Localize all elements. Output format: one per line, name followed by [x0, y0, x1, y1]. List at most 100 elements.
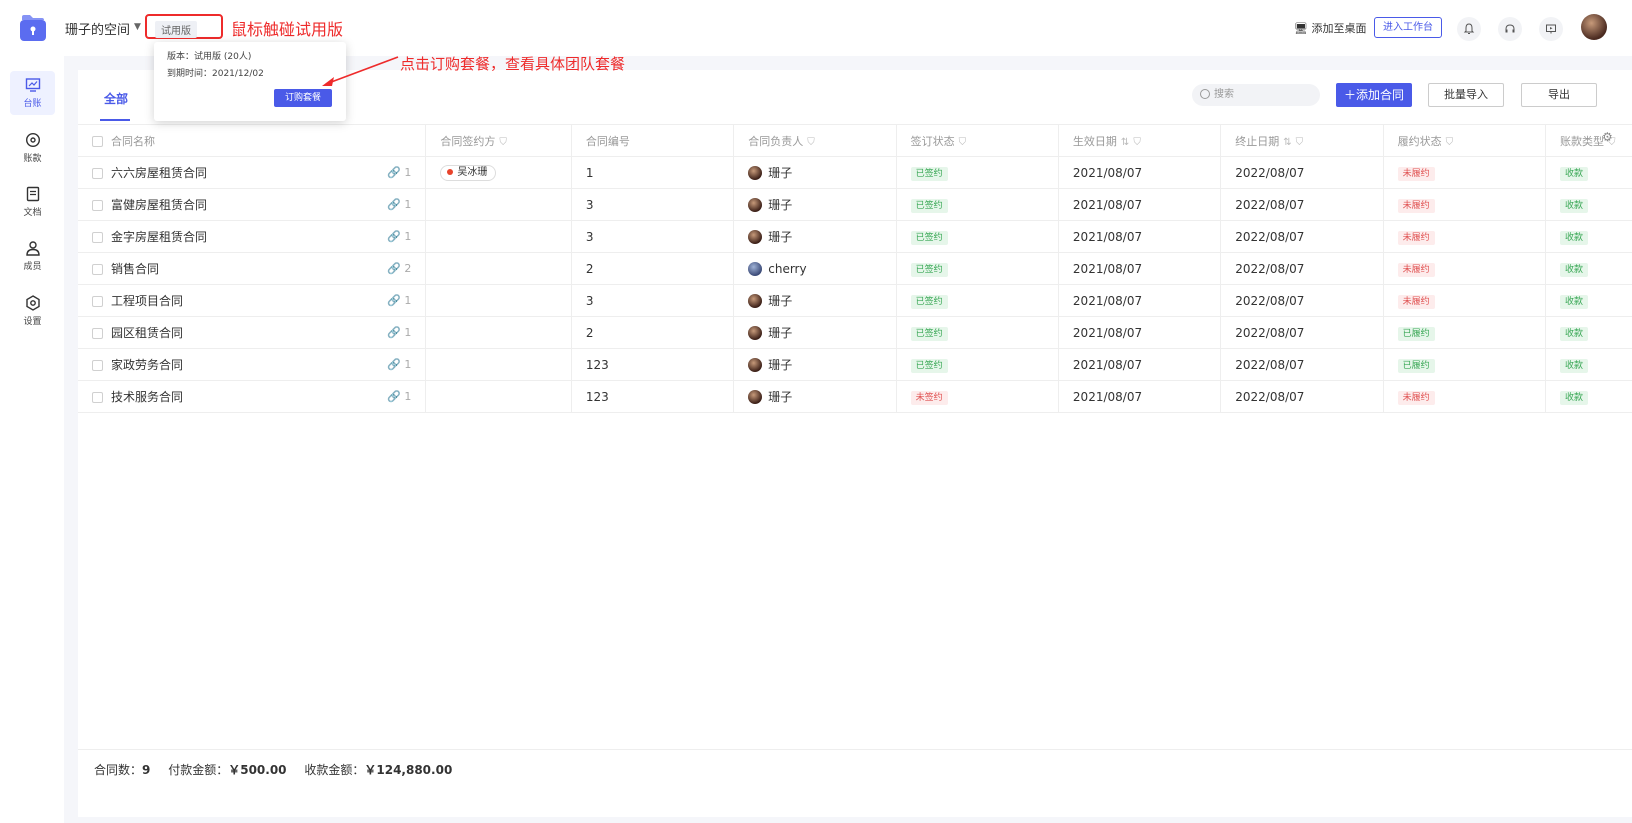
paperclip-icon: 🔗 — [387, 230, 405, 243]
table-row[interactable]: 家政劳务合同 🔗 1 123 珊子 已签约 2021/08/07 2022/08/07 已履约… — [78, 348, 1632, 381]
row-checkbox[interactable] — [92, 360, 103, 371]
table-row[interactable]: 富健房屋租赁合同 🔗 1 3 珊子 已签约 2021/08/07 2022/08/07 未履约… — [78, 188, 1632, 221]
add-contract-button[interactable]: ＋添加合同 — [1336, 83, 1412, 107]
bell-icon[interactable] — [1457, 17, 1481, 41]
sidebar: 台账 账款 文档 成员 设置 — [0, 56, 64, 823]
cell-account-type: 收款 — [1545, 348, 1632, 381]
column-header-account-type[interactable]: 账款类型 ⛉ — [1545, 124, 1632, 157]
user-avatar[interactable] — [1581, 14, 1607, 40]
owner-avatar — [748, 261, 763, 276]
space-dropdown-icon[interactable]: ▼ — [134, 22, 141, 32]
enter-workspace-button[interactable]: 进入工作台 — [1374, 17, 1442, 38]
attachment-count[interactable]: 🔗 1 — [387, 294, 411, 307]
cell-number: 2 — [571, 316, 735, 349]
batch-import-button[interactable]: 批量导入 — [1428, 83, 1504, 107]
cell-contract-name[interactable]: 金字房屋租赁合同 🔗 1 — [78, 220, 427, 253]
trial-badge[interactable]: 试用版 — [155, 21, 197, 38]
filter-icon[interactable]: ⛉ — [1296, 137, 1304, 148]
table-row[interactable]: 园区租赁合同 🔗 1 2 珊子 已签约 2021/08/07 2022/08/07 已履约 收款 — [78, 316, 1632, 349]
row-checkbox[interactable] — [92, 392, 103, 403]
status-badge: 已签约 — [910, 198, 948, 213]
column-header-end-date[interactable]: 终止日期 ⇅ ⛉ — [1220, 124, 1384, 157]
table-row[interactable]: 工程项目合同 🔗 1 3 珊子 已签约 2021/08/07 2022/08/07 未履约 收款 — [78, 284, 1632, 317]
cell-sign-status: 已签约 — [896, 284, 1059, 317]
column-header-party[interactable]: 合同签约方 ⛉ — [425, 124, 572, 157]
sidebar-item-members[interactable]: 成员 — [10, 234, 55, 278]
sidebar-item-settings[interactable]: 设置 — [10, 289, 55, 333]
column-header-number[interactable]: 合同编号 — [571, 124, 735, 157]
column-header-name[interactable]: 合同名称 — [78, 124, 427, 157]
sort-icon[interactable]: ⇅ — [1283, 137, 1291, 148]
type-badge: 收款 — [1559, 358, 1588, 373]
sort-icon[interactable]: ⇅ — [1121, 137, 1129, 148]
sidebar-item-documents[interactable]: 文档 — [10, 180, 55, 224]
cell-owner: 珊子 — [733, 284, 897, 317]
status-badge: 已履约 — [1397, 326, 1435, 341]
filter-icon[interactable]: ⛉ — [959, 137, 967, 148]
filter-icon[interactable]: ⛉ — [1133, 137, 1141, 148]
cell-contract-name[interactable]: 技术服务合同 🔗 1 — [78, 380, 427, 413]
app-logo-icon[interactable] — [18, 14, 48, 44]
cell-perform-status: 未履约 — [1383, 188, 1546, 221]
attachment-count[interactable]: 🔗 1 — [387, 198, 411, 211]
table-row[interactable]: 金字房屋租赁合同 🔗 1 3 珊子 已签约 2021/08/07 2022/08/07 未履约… — [78, 220, 1632, 253]
cell-sign-status: 未签约 — [896, 380, 1059, 413]
attachment-count[interactable]: 🔗 1 — [387, 326, 411, 339]
column-header-owner[interactable]: 合同负责人 ⛉ — [733, 124, 897, 157]
space-name[interactable]: 珊子的空间 — [65, 19, 130, 38]
status-badge: 未履约 — [1397, 166, 1435, 181]
column-header-sign-status[interactable]: 签订状态 ⛉ — [896, 124, 1059, 157]
type-badge: 收款 — [1559, 230, 1588, 245]
filter-icon[interactable]: ⛉ — [807, 137, 815, 148]
row-checkbox[interactable] — [92, 232, 103, 243]
table-row[interactable]: 技术服务合同 🔗 1 123 珊子 未签约 2021/08/07 2022/08/07 未履约… — [78, 380, 1632, 413]
filter-icon[interactable]: ⛉ — [1446, 137, 1454, 148]
search-input[interactable]: 搜索 — [1192, 84, 1320, 106]
annotation-hover-trial: 鼠标触碰试用版 — [231, 20, 344, 39]
table-row[interactable]: 销售合同 🔗 2 2 cherry 已签约 2021/08/07 2022/08/07 未履约… — [78, 252, 1632, 285]
type-badge: 收款 — [1559, 390, 1588, 405]
status-badge: 已签约 — [910, 230, 948, 245]
presentation-icon[interactable] — [1539, 17, 1563, 41]
attachment-count[interactable]: 🔗 2 — [387, 262, 411, 275]
cell-account-type: 收款 — [1545, 156, 1632, 189]
tab-all[interactable]: 全部 — [104, 90, 128, 107]
cell-owner: 珊子 — [733, 156, 897, 189]
cell-contract-name[interactable]: 六六房屋租赁合同 🔗 1 — [78, 156, 427, 189]
cell-number: 123 — [571, 348, 735, 381]
cell-contract-name[interactable]: 富健房屋租赁合同 🔗 1 — [78, 188, 427, 221]
add-to-desktop-button[interactable]: 🖥 添加至桌面 — [1294, 20, 1366, 36]
row-checkbox[interactable] — [92, 328, 103, 339]
sidebar-item-accounts[interactable]: 账款 — [10, 126, 55, 170]
row-checkbox[interactable] — [92, 264, 103, 275]
table-row[interactable]: 六六房屋租赁合同 🔗 1 吴冰珊 1 珊子 已签约 2021/08/07 2022/08/07… — [78, 156, 1632, 189]
filter-icon[interactable]: ⛉ — [499, 137, 507, 148]
cell-end-date: 2022/08/07 — [1220, 188, 1384, 221]
headset-icon[interactable] — [1498, 17, 1522, 41]
attachment-count[interactable]: 🔗 1 — [387, 358, 411, 371]
attachment-count[interactable]: 🔗 1 — [387, 390, 411, 403]
column-settings-icon[interactable]: ⚙ — [1602, 130, 1613, 144]
payment-amount: ￥500.00 — [228, 763, 287, 777]
cell-sign-status: 已签约 — [896, 188, 1059, 221]
sidebar-item-ledger[interactable]: 台账 — [10, 71, 55, 115]
cell-start-date: 2021/08/07 — [1058, 284, 1222, 317]
export-button[interactable]: 导出 — [1521, 83, 1597, 107]
select-all-checkbox[interactable] — [92, 135, 103, 147]
cell-contract-name[interactable]: 家政劳务合同 🔗 1 — [78, 348, 427, 381]
row-checkbox[interactable] — [92, 296, 103, 307]
attachment-count[interactable]: 🔗 1 — [387, 166, 411, 179]
row-checkbox[interactable] — [92, 200, 103, 211]
status-badge: 已签约 — [910, 358, 948, 373]
cell-account-type: 收款 — [1545, 220, 1632, 253]
row-checkbox[interactable] — [92, 168, 103, 179]
attachment-count[interactable]: 🔗 1 — [387, 230, 411, 243]
cell-owner: 珊子 — [733, 220, 897, 253]
cell-contract-name[interactable]: 园区租赁合同 🔗 1 — [78, 316, 427, 349]
cell-contract-name[interactable]: 销售合同 🔗 2 — [78, 252, 427, 285]
column-header-start-date[interactable]: 生效日期 ⇅ ⛉ — [1058, 124, 1222, 157]
column-header-perform-status[interactable]: 履约状态 ⛉ — [1383, 124, 1546, 157]
paperclip-icon: 🔗 — [387, 326, 405, 339]
cell-contract-name[interactable]: 工程项目合同 🔗 1 — [78, 284, 427, 317]
cell-perform-status: 未履约 — [1383, 284, 1546, 317]
